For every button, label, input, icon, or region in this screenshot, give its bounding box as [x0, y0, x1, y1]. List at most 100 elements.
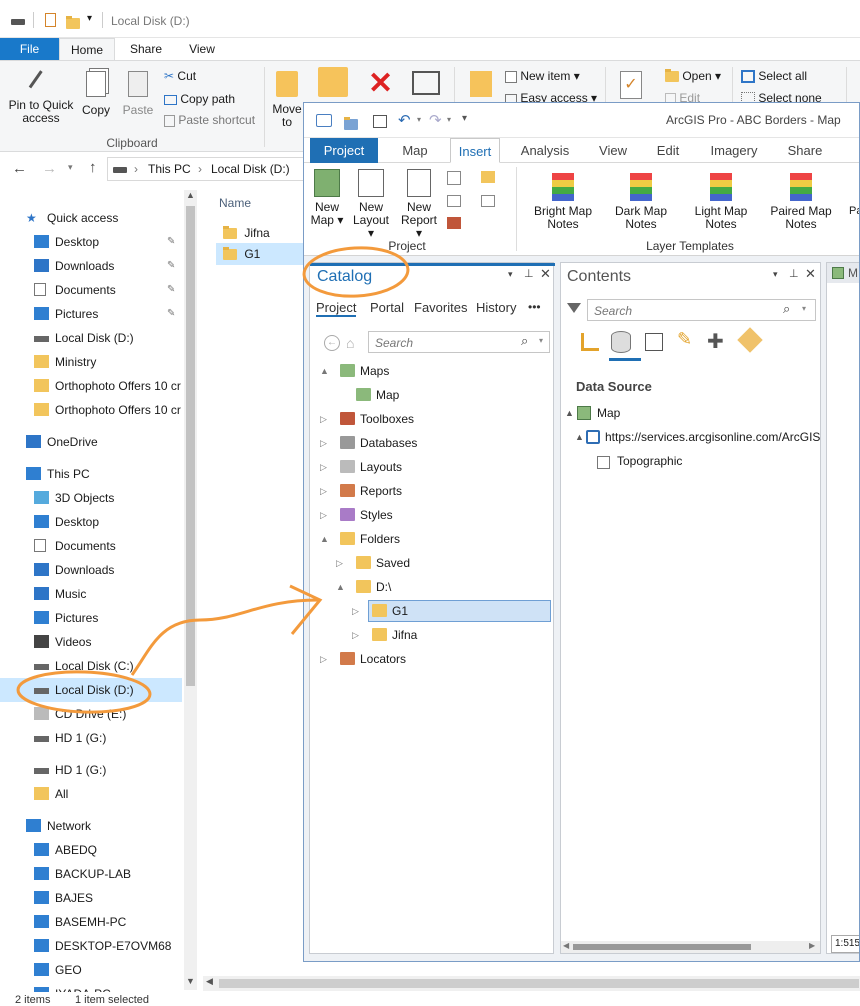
column-header-name[interactable]: Name — [219, 196, 251, 210]
close-icon[interactable]: ✕ — [805, 266, 816, 282]
task-icon[interactable] — [447, 195, 461, 207]
tab-insert[interactable]: Insert — [450, 138, 500, 163]
tab-analysis[interactable]: Analysis — [517, 138, 573, 163]
nav-item[interactable]: OneDrive — [0, 430, 182, 454]
map-view[interactable]: M 1:515 — [826, 262, 859, 954]
nav-item[interactable]: Documents — [0, 534, 182, 558]
catalog-tree-item[interactable]: Map — [310, 383, 553, 407]
breadcrumb-local-disk[interactable]: Local Disk (D:) — [211, 158, 290, 180]
nav-item[interactable]: Orthophoto Offers 10 cr — [0, 398, 182, 422]
pin-icon[interactable]: ⊥ — [789, 267, 799, 280]
nav-item[interactable]: ABEDQ — [0, 838, 182, 862]
nav-item[interactable]: BACKUP-LAB — [0, 862, 182, 886]
nav-item[interactable]: Desktop ✎ — [0, 230, 182, 254]
new-folder-icon[interactable] — [66, 16, 80, 30]
catalog-search-input[interactable]: Search ⌕ ▾ — [368, 331, 550, 353]
template-button[interactable]: Dark Map Notes — [604, 169, 678, 231]
tab-map[interactable]: Map — [392, 138, 438, 163]
horizontal-scrollbar[interactable]: ◀ — [203, 976, 860, 991]
tab-imagery[interactable]: Imagery — [705, 138, 763, 163]
nav-scrollbar[interactable]: ▲ ▼ — [184, 190, 197, 990]
scrollbar-thumb[interactable] — [573, 944, 751, 950]
back-icon[interactable]: ← — [324, 335, 340, 351]
catalog-tree-item[interactable]: ▲ Folders — [310, 527, 553, 551]
expand-icon[interactable]: ▷ — [320, 647, 327, 671]
expand-icon[interactable]: ▷ — [320, 479, 327, 503]
scroll-left-icon[interactable]: ◀ — [206, 976, 213, 987]
nav-item[interactable]: Desktop — [0, 510, 182, 534]
tab-project[interactable]: Project — [310, 138, 378, 163]
pane-menu-icon[interactable]: ▾ — [773, 269, 778, 280]
selection-icon[interactable] — [645, 333, 663, 351]
file-row[interactable]: Jifna — [216, 222, 308, 244]
new-layout-button[interactable]: New Layout ▾ — [350, 169, 392, 240]
forward-icon[interactable]: → — [42, 160, 57, 177]
expand-icon[interactable]: ▷ — [336, 551, 343, 575]
expand-icon[interactable]: ▲ — [320, 359, 329, 383]
expand-icon[interactable]: ▷ — [352, 599, 359, 623]
nav-item[interactable]: Videos — [0, 630, 182, 654]
nav-item[interactable]: CD Drive (E:) — [0, 702, 182, 726]
scroll-right-icon[interactable]: ▶ — [809, 941, 815, 950]
select-all-button[interactable]: Select all — [741, 69, 807, 84]
tab-share[interactable]: Share — [782, 138, 828, 163]
redo-icon[interactable]: ↷ — [429, 111, 442, 129]
up-icon[interactable]: ↑ — [89, 159, 97, 176]
catalog-tree-item[interactable]: ▲ Maps — [310, 359, 553, 383]
catalog-tree-item[interactable]: ▷ Styles — [310, 503, 553, 527]
nav-item[interactable]: BASEMH-PC — [0, 910, 182, 934]
paste-button[interactable]: Paste — [120, 71, 156, 117]
drawing-order-icon[interactable] — [581, 333, 599, 351]
expand-icon[interactable]: ▷ — [320, 407, 327, 431]
filter-icon[interactable] — [567, 303, 581, 313]
add-toolbox-icon[interactable] — [447, 171, 461, 185]
undo-icon[interactable]: ↶ — [398, 111, 411, 129]
labeling-icon[interactable] — [737, 327, 763, 353]
catalog-tree-item[interactable]: ▷ Layouts — [310, 455, 553, 479]
map-node[interactable]: Map — [597, 406, 620, 420]
file-row-selected[interactable]: G1 — [216, 243, 308, 265]
expand-icon[interactable]: ▲ — [320, 527, 329, 551]
recent-locations-icon[interactable]: ▾ — [68, 162, 73, 173]
expand-icon[interactable]: ▷ — [352, 623, 359, 647]
pane-menu-icon[interactable]: ▾ — [508, 269, 513, 280]
save-icon[interactable] — [373, 115, 387, 128]
data-source-icon[interactable] — [611, 331, 631, 353]
nav-item[interactable]: Pictures — [0, 606, 182, 630]
new-folder-button[interactable] — [470, 71, 492, 97]
rename-icon[interactable] — [412, 71, 440, 95]
scroll-up-icon[interactable]: ▲ — [186, 190, 195, 200]
customize-qat-icon[interactable]: ▾ — [87, 13, 92, 24]
nav-item[interactable]: This PC — [0, 462, 182, 486]
nav-item[interactable]: 3D Objects — [0, 486, 182, 510]
contents-search-input[interactable]: Search ⌕ ▾ — [587, 299, 816, 321]
properties-button[interactable]: ✓ — [620, 71, 642, 99]
catalog-tree-item[interactable]: ▷ Jifna — [310, 623, 553, 647]
nav-item[interactable]: Local Disk (D:) — [0, 326, 182, 350]
close-icon[interactable]: ✕ — [540, 266, 551, 282]
new-report-button[interactable]: New Report ▾ — [398, 169, 440, 240]
cut-button[interactable]: ✂ Cut — [164, 69, 196, 83]
nav-item[interactable]: Network — [0, 814, 182, 838]
template-overflow[interactable]: Pa — [849, 205, 859, 217]
expand-icon[interactable]: ▷ — [320, 455, 327, 479]
catalog-tree-item[interactable]: ▷ Databases — [310, 431, 553, 455]
catalog-subtab[interactable]: Favorites — [414, 300, 467, 315]
collapse-icon[interactable]: ▲ — [565, 408, 574, 418]
open-project-icon[interactable] — [344, 117, 358, 131]
catalog-tree-item[interactable]: ▲ D:\ — [310, 575, 553, 599]
collapse-icon[interactable]: ▲ — [575, 432, 584, 442]
template-button[interactable]: Light Map Notes — [684, 169, 758, 231]
nav-item[interactable]: Orthophoto Offers 10 cr — [0, 374, 182, 398]
nav-item[interactable]: Ministry — [0, 350, 182, 374]
contents-hscrollbar[interactable]: ◀ ▶ — [561, 941, 820, 953]
catalog-tree-item[interactable]: ▷ G1 — [310, 599, 553, 623]
expand-icon[interactable]: ▲ — [336, 575, 345, 599]
scrollbar-thumb[interactable] — [219, 979, 859, 988]
nav-item[interactable]: DESKTOP-E7OVM68 — [0, 934, 182, 958]
nav-item[interactable]: All — [0, 782, 182, 806]
catalog-subtab[interactable]: Project — [316, 300, 357, 317]
scroll-down-icon[interactable]: ▼ — [186, 976, 195, 986]
template-button[interactable]: Bright Map Notes — [526, 169, 600, 231]
pin-to-quick-access-button[interactable]: Pin to Quick access — [4, 70, 78, 125]
